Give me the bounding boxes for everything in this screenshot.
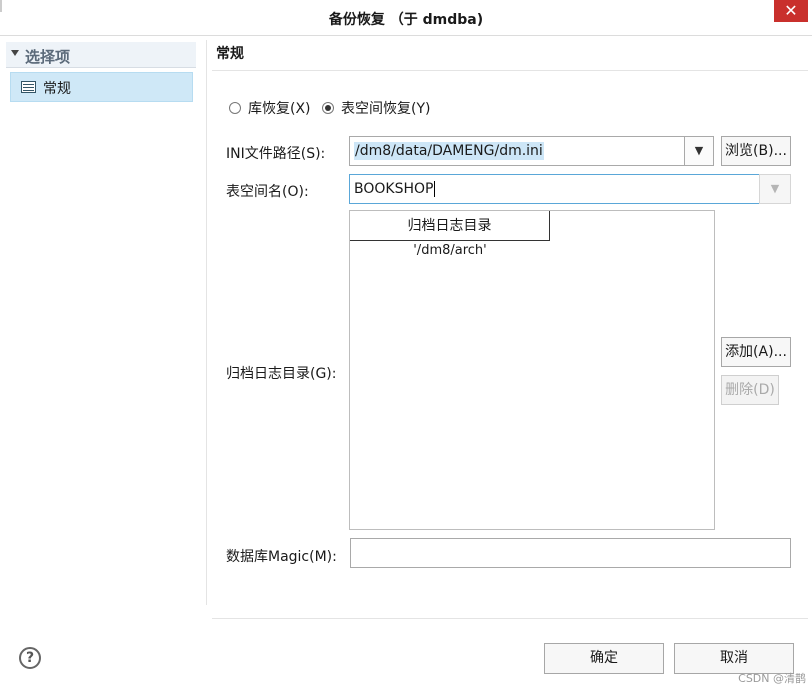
section-divider xyxy=(212,70,808,71)
sidebar-header-label: 选择项 xyxy=(25,48,71,66)
ok-button[interactable]: 确定 xyxy=(544,643,664,674)
table-icon xyxy=(21,81,36,93)
list-item[interactable]: '/dm8/arch' xyxy=(350,243,550,265)
radio-button-checked-icon[interactable] xyxy=(322,102,334,114)
delete-button[interactable]: 删除(D) xyxy=(721,375,779,405)
radio-label: 表空间恢复(Y) xyxy=(341,101,431,117)
ini-path-field[interactable]: /dm8/data/DAMENG/dm.ini xyxy=(349,136,685,166)
footer-divider xyxy=(212,618,808,619)
ini-path-value: /dm8/data/DAMENG/dm.ini xyxy=(354,142,544,160)
window-title: 备份恢复 （于 dmdba) xyxy=(328,12,484,28)
sidebar: 选择项 常规 xyxy=(6,40,196,610)
title-bar: 备份恢复 （于 dmdba) ✕ xyxy=(0,0,812,36)
radio-database-restore[interactable]: 库恢复(X) xyxy=(229,98,311,118)
tablespace-value: BOOKSHOP xyxy=(354,181,434,197)
panel-divider xyxy=(206,40,207,605)
add-button[interactable]: 添加(A)... xyxy=(721,337,791,367)
radio-tablespace-restore[interactable]: 表空间恢复(Y) xyxy=(322,98,430,118)
tablespace-field[interactable]: BOOKSHOP xyxy=(349,174,760,204)
tablespace-dropdown-button[interactable]: ▼ xyxy=(759,174,791,204)
close-button[interactable]: ✕ xyxy=(774,0,808,22)
sidebar-item-general[interactable]: 常规 xyxy=(10,72,193,102)
watermark: CSDN @清鹊 xyxy=(738,672,806,685)
ini-path-label: INI文件路径(S): xyxy=(226,146,326,162)
help-icon[interactable]: ? xyxy=(19,647,41,669)
triangle-down-icon[interactable] xyxy=(11,50,19,56)
browse-button[interactable]: 浏览(B)... xyxy=(721,136,791,166)
archive-list[interactable]: 归档日志目录 '/dm8/arch' xyxy=(349,210,715,530)
ini-path-dropdown-button[interactable]: ▼ xyxy=(684,136,714,166)
magic-label: 数据库Magic(M): xyxy=(226,549,337,565)
radio-button-icon[interactable] xyxy=(229,102,241,114)
sidebar-header[interactable]: 选择项 xyxy=(6,42,196,68)
archive-label: 归档日志目录(G): xyxy=(226,366,337,382)
magic-field[interactable] xyxy=(350,538,791,568)
window-edge xyxy=(0,0,2,12)
section-title: 常规 xyxy=(216,46,244,62)
radio-label: 库恢复(X) xyxy=(248,101,311,117)
tablespace-label: 表空间名(O): xyxy=(226,184,309,200)
sidebar-item-label: 常规 xyxy=(43,81,71,97)
archive-column-header[interactable]: 归档日志目录 xyxy=(350,211,550,241)
